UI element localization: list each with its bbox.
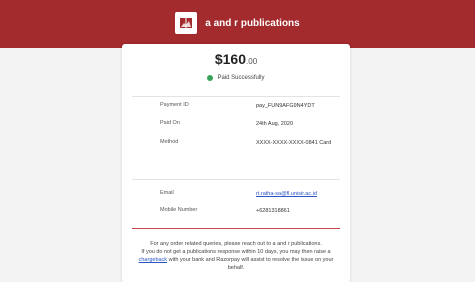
detail-label: Payment ID — [160, 102, 189, 108]
detail-label: Paid On — [160, 120, 180, 126]
footer-line-2: If you do not get a publications respons… — [138, 248, 334, 272]
email-link[interactable]: rt.ratha-sa@fl.unisir.ac.id — [256, 190, 336, 198]
contact-label: Mobile Number — [160, 207, 198, 213]
divider-accent — [132, 228, 340, 229]
detail-value: XXXX-XXXX-XXXX-0841 Card — [256, 140, 332, 146]
footer-line-1: For any order related queries, please re… — [150, 241, 322, 247]
payment-status: Paid Successfully — [132, 75, 340, 81]
status-text: Paid Successfully — [217, 75, 265, 81]
brand-name: a and r publications — [205, 17, 300, 29]
contact-label: Email — [160, 190, 174, 196]
detail-value: 24th Aug, 2020 — [256, 121, 294, 127]
divider — [132, 179, 340, 180]
footer-text: with your bank and Razorpay will assist … — [168, 257, 334, 271]
amount-box: $160.00 Paid Successfully — [132, 50, 340, 92]
detail-label: Method — [160, 139, 179, 145]
amount-display: $160.00 — [132, 50, 340, 71]
brand: a and r publications — [0, 11, 475, 35]
detail-value: pay_FUN9AFG9N4YDT — [256, 103, 315, 109]
receipt-card: $160.00 Paid Successfully Payment ID pay… — [122, 44, 350, 282]
book-logo-icon — [175, 12, 198, 34]
footer-text: If you do not get a publications respons… — [141, 249, 331, 255]
footer-note: For any order related queries, please re… — [138, 240, 334, 272]
chargeback-link[interactable]: chargeback — [139, 257, 167, 263]
divider — [132, 96, 340, 97]
amount-main: $160 — [214, 51, 247, 67]
success-dot-icon — [207, 75, 214, 81]
amount-cents: .00 — [246, 57, 258, 66]
mobile-value: +6281318861 — [256, 208, 290, 214]
